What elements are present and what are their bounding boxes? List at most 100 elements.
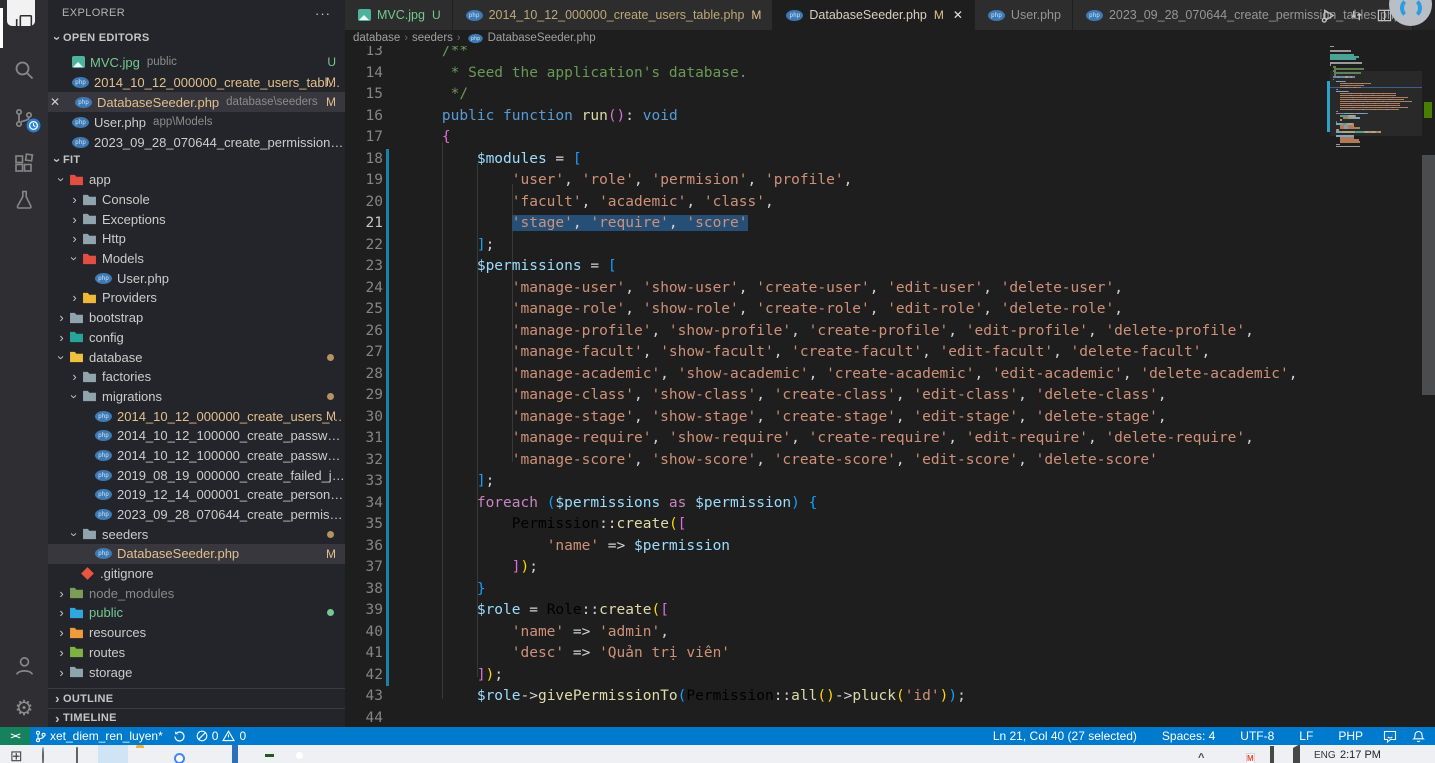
open-editor-item[interactable]: phpUser.phpapp\Models: [48, 112, 345, 132]
open-editor-item[interactable]: MVC.jpgpublicU: [48, 52, 345, 72]
line-number: 18: [345, 149, 383, 171]
tree-item-node_modules[interactable]: ›node_modules: [48, 583, 345, 603]
git-modified-indicator: [386, 514, 389, 536]
tab-DatabaseSeeder.php[interactable]: phpDatabaseSeeder.phpM✕: [773, 0, 975, 30]
tree-item-seeders[interactable]: ›seeders: [48, 524, 345, 544]
minimap-viewport[interactable]: [1330, 71, 1422, 137]
taskbar-clock[interactable]: 2:17 PM: [1340, 749, 1381, 761]
open-editor-item[interactable]: php2014_10_12_000000_create_users_table.…: [48, 72, 345, 92]
tree-item-bootstrap[interactable]: ›bootstrap: [48, 308, 345, 328]
tree-item-Models[interactable]: ›Models: [48, 249, 345, 269]
problems-item[interactable]: 0 0: [191, 727, 251, 745]
line-number: 14: [345, 63, 383, 85]
tree-item-storage[interactable]: ›storage: [48, 662, 345, 682]
tree-item-config[interactable]: ›config: [48, 328, 345, 348]
breadcrumb[interactable]: database › seeders › php DatabaseSeeder.…: [345, 30, 1422, 46]
item-label: Console: [102, 192, 150, 207]
sidebar-item-explorer[interactable]: [0, 2, 48, 46]
tree-item-.gitignore[interactable]: .gitignore: [48, 564, 345, 584]
language-indicator[interactable]: ENG: [1314, 750, 1336, 761]
git-branch-item[interactable]: xet_diem_ren_luyen*: [30, 727, 168, 745]
breadcrumb-item[interactable]: database: [353, 32, 400, 44]
git-status-badge: M: [326, 75, 336, 89]
chevron-right-icon: ›: [69, 212, 80, 227]
tree-item-factories[interactable]: ›factories: [48, 367, 345, 387]
compare-changes-icon[interactable]: [1349, 8, 1364, 23]
git-modified-indicator: [386, 149, 389, 171]
sync-button[interactable]: [168, 727, 191, 745]
remote-indicator[interactable]: ><: [0, 727, 30, 745]
tray-mail-icon[interactable]: M: [1246, 748, 1255, 763]
settings-button[interactable]: ⚙: [0, 686, 48, 730]
scrollbar-slider[interactable]: [1422, 155, 1435, 395]
tree-item-User.php[interactable]: phpUser.php: [48, 268, 345, 288]
code-text: 'facult', 'academic', 'class',: [407, 192, 774, 214]
eol-setting[interactable]: LF: [1294, 727, 1318, 745]
item-label: routes: [89, 645, 125, 660]
more-actions-icon[interactable]: ···: [315, 6, 331, 21]
tray-volume-icon[interactable]: [1293, 748, 1300, 763]
folder-icon: [82, 390, 97, 402]
encoding-setting[interactable]: UTF-8: [1235, 727, 1279, 745]
breadcrumb-item[interactable]: seeders: [412, 32, 453, 44]
start-icon[interactable]: ⊞: [10, 748, 23, 763]
sidebar-item-testing[interactable]: [0, 178, 48, 222]
editor-scrollbar[interactable]: [1422, 0, 1435, 727]
branch-name: xet_diem_ren_luyen*: [50, 729, 163, 743]
indentation-setting[interactable]: Spaces: 4: [1157, 727, 1220, 745]
tree-item-Http[interactable]: ›Http: [48, 229, 345, 249]
breadcrumb-item[interactable]: DatabaseSeeder.php: [488, 32, 596, 44]
open-editor-item[interactable]: ✕phpDatabaseSeeder.phpdatabase\seedersM: [48, 92, 345, 112]
code-text: 'manage-profile', 'show-profile', 'creat…: [407, 321, 1254, 343]
language-mode[interactable]: PHP: [1333, 727, 1368, 745]
tree-item-2019_08_19_000000_create_failed_jobs_tabl...[interactable]: php2019_08_19_000000_create_failed_jobs_…: [48, 465, 345, 485]
close-icon[interactable]: ✕: [48, 95, 62, 109]
tree-item-migrations[interactable]: ›migrations: [48, 387, 345, 407]
php-file-icon: php: [95, 430, 112, 441]
tree-item-app[interactable]: ›app: [48, 170, 345, 190]
timeline-panel-header[interactable]: › TIMELINE: [48, 708, 345, 727]
tab-User.php[interactable]: phpUser.php: [975, 0, 1073, 30]
tab-2014_10_12_000000_create_users_table.php[interactable]: php2014_10_12_000000_create_users_table.…: [453, 0, 774, 30]
php-file-icon: php: [95, 450, 112, 461]
tree-item-2014_10_12_100000_create_password_reset...[interactable]: php2014_10_12_100000_create_password_res…: [48, 446, 345, 466]
tree-item-public[interactable]: ›public: [48, 603, 345, 623]
tree-item-Console[interactable]: ›Console: [48, 190, 345, 210]
tree-item-2014_10_12_000000_create_users_tab...[interactable]: php2014_10_12_000000_create_users_tab...…: [48, 406, 345, 426]
cursor-position[interactable]: Ln 21, Col 40 (27 selected): [988, 727, 1142, 745]
sidebar-item-search[interactable]: [0, 48, 48, 92]
sidebar-item-source-control[interactable]: [0, 96, 48, 140]
search-icon[interactable]: [42, 748, 44, 763]
tree-item-2019_12_14_000001_create_personal_acces...[interactable]: php2019_12_14_000001_create_personal_acc…: [48, 485, 345, 505]
tree-item-2023_09_28_070644_create_permission_tab...[interactable]: php2023_09_28_070644_create_permission_t…: [48, 505, 345, 525]
chevron-down-icon: ›: [67, 391, 82, 402]
close-icon[interactable]: ✕: [953, 8, 963, 22]
workspace-header[interactable]: › FIT: [52, 150, 80, 170]
vscode-window: ⚙ EXPLORER ··· › OPEN EDITORS MVC.jpgpub…: [0, 0, 1435, 763]
line-number: 27: [345, 342, 383, 364]
tree-item-Exceptions[interactable]: ›Exceptions: [48, 209, 345, 229]
tree-item-database[interactable]: ›database: [48, 347, 345, 367]
tree-item-2014_10_12_100000_create_password_reset...[interactable]: php2014_10_12_100000_create_password_res…: [48, 426, 345, 446]
tab-MVC.jpg[interactable]: MVC.jpgU: [345, 0, 453, 30]
bell-icon[interactable]: [1412, 730, 1425, 743]
tray-display-icon[interactable]: [1270, 748, 1274, 763]
chevron-right-icon: ›: [52, 711, 63, 726]
tab-dirty-badge: M: [751, 8, 761, 22]
tree-item-resources[interactable]: ›resources: [48, 623, 345, 643]
open-editors-header[interactable]: › OPEN EDITORS: [52, 28, 150, 48]
code-area[interactable]: 13 /**14 * Seed the application's databa…: [345, 41, 1422, 727]
feedback-icon[interactable]: [1383, 730, 1397, 743]
tree-item-Providers[interactable]: ›Providers: [48, 288, 345, 308]
code-line-31: 31 'manage-require', 'show-require', 'cr…: [345, 428, 1422, 450]
minimap[interactable]: [1330, 46, 1422, 148]
tray-expand-icon[interactable]: ^: [1198, 748, 1204, 763]
tree-item-routes[interactable]: ›routes: [48, 643, 345, 663]
window-app-icon[interactable]: [232, 748, 238, 763]
tree-item-DatabaseSeeder.php[interactable]: phpDatabaseSeeder.phpM: [48, 544, 345, 564]
task-view-icon[interactable]: [76, 748, 78, 763]
run-icon[interactable]: [1321, 8, 1336, 23]
account-button[interactable]: [0, 643, 48, 687]
outline-panel-header[interactable]: › OUTLINE: [48, 688, 345, 708]
open-editor-item[interactable]: php2023_09_28_070644_create_permission_t…: [48, 132, 345, 152]
